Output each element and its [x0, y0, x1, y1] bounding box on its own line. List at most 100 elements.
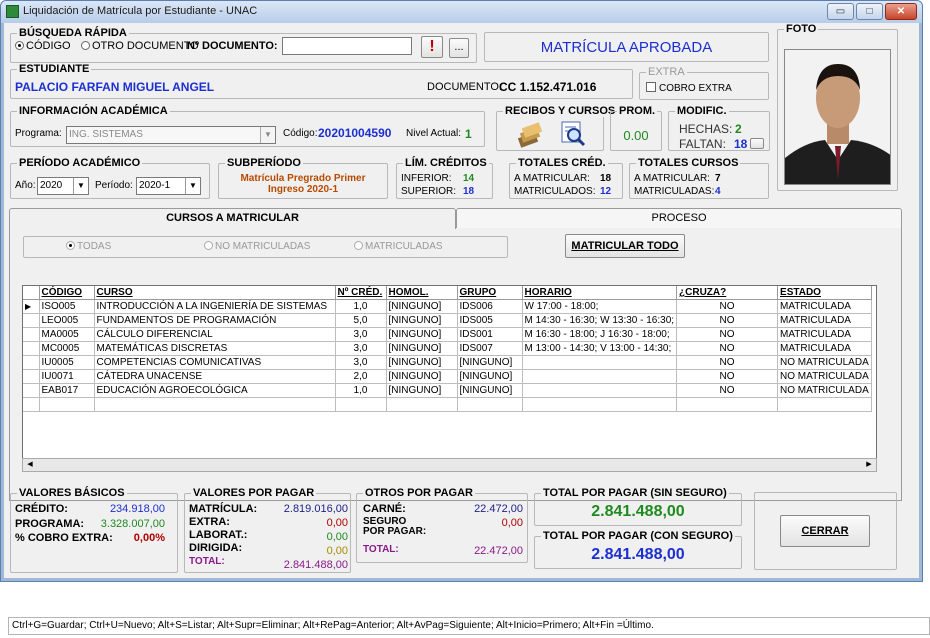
close-button[interactable]: ✕ — [885, 3, 917, 20]
table-row[interactable]: IU0005 COMPETENCIAS COMUNICATIVAS 3,0 [NING… — [23, 355, 872, 370]
document-input[interactable] — [282, 37, 412, 55]
table-row[interactable]: MA0005 CÁLCULO DIFERENCIAL 3,0 [NINGUNO] IDS… — [23, 327, 872, 342]
grid-row-selector-header — [23, 286, 40, 300]
credit-value: 234.918,00 — [109, 503, 165, 515]
quick-search-legend: BÚSQUEDA RÁPIDA — [17, 27, 129, 39]
made-label: HECHAS: — [679, 122, 733, 136]
app-icon — [6, 5, 19, 18]
table-cell: [NINGUNO] — [457, 383, 523, 398]
table-cell — [23, 397, 40, 412]
row-selector[interactable] — [23, 327, 40, 342]
grid-column-header[interactable]: Nº CRÉD. — [335, 286, 387, 300]
title-bar[interactable]: Liquidación de Matrícula por Estudiante … — [1, 1, 922, 23]
grid-column-header[interactable]: ESTADO — [777, 286, 872, 300]
remaining-details-button[interactable] — [750, 138, 764, 149]
row-selector[interactable] — [23, 369, 40, 384]
credits-to-enroll-label: A MATRICULAR: — [514, 173, 590, 184]
alert-button[interactable]: ! — [421, 36, 443, 58]
scroll-left-icon[interactable]: ◀ — [24, 460, 36, 470]
filter-todas[interactable]: TODAS — [66, 241, 111, 252]
minimize-button[interactable]: ▭ — [827, 3, 854, 20]
values-to-pay-group: VALORES POR PAGAR MATRÍCULA: 2.819.016,0… — [184, 487, 351, 573]
enrollment-value: 2.819.016,00 — [283, 503, 348, 515]
extra-charge-label: % COBRO EXTRA: — [15, 532, 113, 544]
grid-column-header[interactable]: GRUPO — [457, 286, 523, 300]
table-cell: NO MATRICULADA — [777, 383, 872, 398]
courses-grid: CÓDIGO CURSO Nº CRÉD. HOMOL. GRUPO HORARIO ¿CR… — [22, 285, 877, 471]
empty-table-row[interactable] — [23, 397, 872, 412]
grid-column-header[interactable]: ¿CRUZA? — [676, 286, 779, 300]
course-totals-legend: TOTALES CURSOS — [636, 157, 741, 169]
table-cell: M 14:30 - 16:30; W 13:30 - 16:30; — [522, 313, 678, 328]
modifications-legend: MODIFIC. — [675, 105, 729, 117]
table-cell: FUNDAMENTOS DE PROGRAMACIÓN — [94, 313, 336, 328]
scroll-right-icon[interactable]: ▶ — [863, 460, 875, 470]
period-select[interactable]: 2020-1 ▼ — [136, 177, 201, 195]
document-label: Nº DOCUMENTO: — [187, 40, 278, 52]
table-cell: ISO005 — [39, 299, 95, 314]
upper-limit-value: 18 — [463, 186, 475, 197]
course-tabs: TODAS NO MATRICULADAS MATRICULADAS MATRI… — [9, 208, 902, 502]
table-cell: IU0005 — [39, 355, 95, 370]
maximize-button[interactable]: □ — [856, 3, 883, 20]
table-cell: W 17:00 - 18:00; — [522, 299, 678, 314]
course-totals-group: TOTALES CURSOS A MATRICULAR: 7 MATRICULA… — [629, 157, 769, 199]
row-selector[interactable] — [23, 383, 40, 398]
receipts-icon[interactable] — [515, 121, 543, 149]
filter-matriculadas[interactable]: MATRICULADAS — [354, 241, 443, 252]
radio-otro-documento[interactable]: OTRO DOCUMENTO — [81, 40, 199, 52]
row-selector[interactable] — [23, 341, 40, 356]
remaining-label: FALTAN: — [679, 137, 726, 151]
table-cell: NO MATRICULADA — [777, 369, 872, 384]
table-row[interactable]: ▶ ISO005 INTRODUCCIÓN A LA INGENIERÍA DE S… — [23, 299, 872, 314]
tab-cursos-a-matricular[interactable]: CURSOS A MATRICULAR — [9, 208, 456, 229]
table-row[interactable]: EAB017 EDUCACIÓN AGROECOLÓGICA 1,0 [NINGUNO… — [23, 383, 872, 398]
filter-no-matriculadas-label: NO MATRICULADAS — [215, 241, 311, 252]
grid-column-header[interactable]: HOMOL. — [386, 286, 458, 300]
grid-column-header[interactable]: CURSO — [94, 286, 336, 300]
table-cell — [335, 397, 387, 412]
matricular-todo-button[interactable]: MATRICULAR TODO — [565, 234, 685, 258]
table-cell: MC0005 — [39, 341, 95, 356]
grid-column-header[interactable]: HORARIO — [522, 286, 678, 300]
table-cell: M 16:30 - 18:00; J 16:30 - 18:00; — [522, 327, 678, 342]
row-selector[interactable] — [23, 313, 40, 328]
grid-horizontal-scrollbar[interactable]: ◀ ▶ — [22, 458, 877, 472]
table-cell: MATRICULADA — [777, 341, 872, 356]
other-total-label: TOTAL: — [363, 544, 399, 555]
table-cell: NO — [676, 369, 779, 384]
table-cell: [NINGUNO] — [457, 369, 523, 384]
credit-label: CRÉDITO: — [15, 503, 68, 515]
row-selector[interactable] — [23, 355, 40, 370]
year-select[interactable]: 2020 ▼ — [37, 177, 89, 195]
filter-no-matriculadas[interactable]: NO MATRICULADAS — [204, 241, 310, 252]
table-row[interactable]: IU0071 CÁTEDRA UNACENSE 2,0 [NINGUNO] [NINGU… — [23, 369, 872, 384]
lab-label: LABORAT.: — [189, 529, 248, 541]
table-row[interactable]: MC0005 MATEMÁTICAS DISCRETAS 3,0 [NINGUNO] I… — [23, 341, 872, 356]
academic-period-group: PERÍODO ACADÉMICO Año: 2020 ▼ Período: 20… — [10, 157, 210, 199]
subperiod-line2: Ingreso 2020-1 — [267, 184, 339, 195]
table-cell: [NINGUNO] — [386, 327, 458, 342]
current-row-arrow-icon[interactable]: ▶ — [23, 299, 40, 314]
credits-enrolled-value: 12 — [600, 186, 612, 197]
browse-button[interactable]: ... — [449, 38, 469, 58]
average-legend: PROM. — [617, 105, 658, 117]
radio-icon — [66, 241, 75, 250]
program-select[interactable]: ING. SISTEMAS ▼ — [66, 126, 276, 144]
table-cell: CÁTEDRA UNACENSE — [94, 369, 336, 384]
courses-to-enroll-label: A MATRICULAR: — [634, 173, 710, 184]
table-cell: IDS006 — [457, 299, 523, 314]
student-photo — [784, 49, 891, 185]
table-row[interactable]: LEO005 FUNDAMENTOS DE PROGRAMACIÓN 5,0 [NIN… — [23, 313, 872, 328]
radio-icon — [81, 41, 90, 50]
table-cell: NO — [676, 313, 779, 328]
tab-proceso[interactable]: PROCESO — [456, 208, 902, 228]
cobro-extra-checkbox[interactable]: COBRO EXTRA — [646, 82, 732, 94]
courses-search-icon[interactable] — [559, 119, 587, 147]
radio-codigo[interactable]: CÓDIGO — [15, 40, 71, 52]
student-group: ESTUDIANTE PALACIO FARFAN MIGUEL ANGEL D… — [10, 63, 633, 99]
grid-column-header[interactable]: CÓDIGO — [39, 286, 95, 300]
cerrar-button[interactable]: CERRAR — [780, 515, 870, 547]
student-name: PALACIO FARFAN MIGUEL ANGEL — [15, 80, 215, 94]
student-photo-image — [785, 50, 890, 184]
